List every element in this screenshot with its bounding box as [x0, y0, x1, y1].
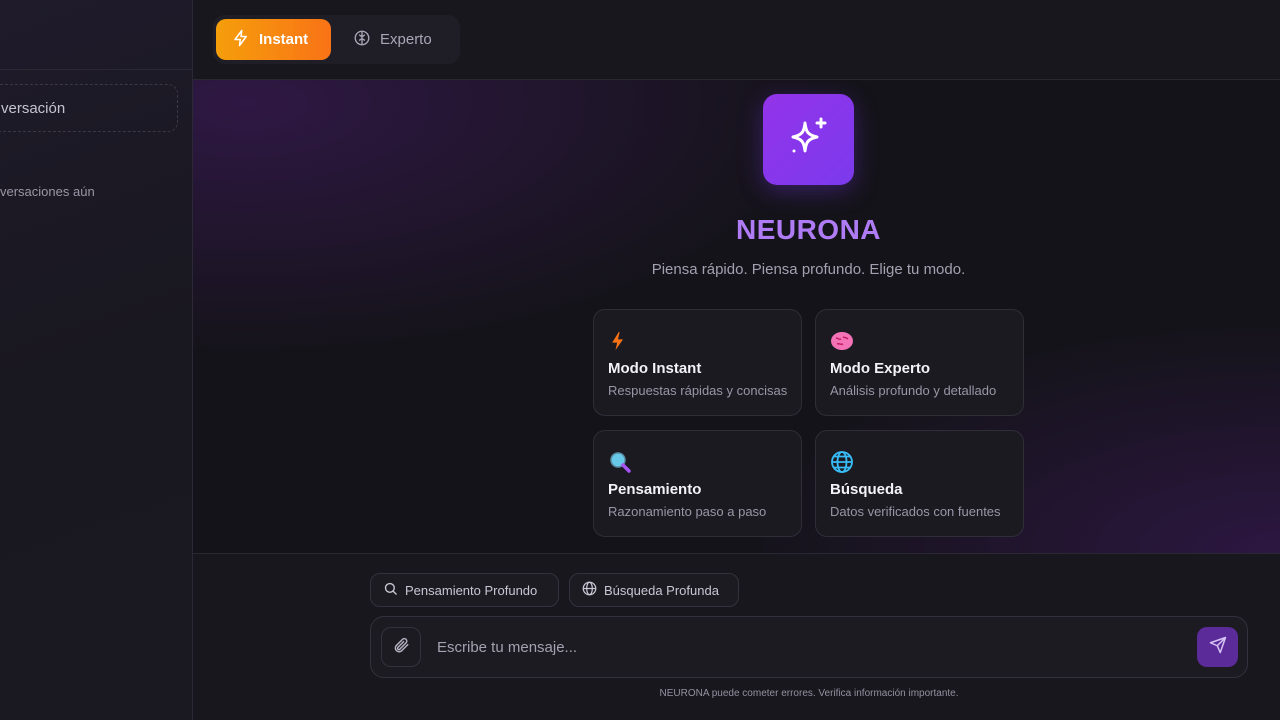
card-busqueda[interactable]: Búsqueda Datos verificados con fuentes — [815, 430, 1024, 537]
message-input[interactable] — [437, 631, 1177, 663]
deep-search-toggle[interactable]: Búsqueda Profunda — [569, 573, 739, 607]
attach-button[interactable] — [381, 627, 421, 667]
sidebar: versación versaciones aún — [0, 0, 193, 720]
mode-instant-button[interactable]: Instant — [216, 19, 331, 60]
card-modo-experto[interactable]: Modo Experto Análisis profundo y detalla… — [815, 309, 1024, 416]
card-subtitle: Razonamiento paso a paso — [608, 504, 767, 519]
tagline: Piensa rápido. Piensa profundo. Elige tu… — [651, 261, 966, 278]
send-icon — [1209, 636, 1227, 659]
card-title: Pensamiento — [608, 481, 702, 498]
card-modo-instant[interactable]: Modo Instant Respuestas rápidas y concis… — [593, 309, 802, 416]
empty-history-text: versaciones aún — [0, 184, 95, 199]
app-logo — [763, 94, 854, 185]
send-button[interactable] — [1197, 627, 1238, 667]
mode-switch: Instant Experto — [213, 15, 460, 64]
main-area: Instant Experto NEURONA Piensa rápido. P… — [193, 0, 1280, 720]
sidebar-header — [0, 0, 192, 70]
globe-emoji-icon — [830, 449, 1009, 475]
welcome-panel: NEURONA Piensa rápido. Piensa profundo. … — [193, 80, 1280, 553]
card-title: Modo Instant — [608, 360, 702, 377]
brain-emoji-icon — [830, 328, 1009, 354]
bolt-icon — [232, 29, 250, 51]
brain-icon — [353, 29, 371, 51]
card-subtitle: Respuestas rápidas y concisas — [608, 383, 788, 398]
new-conversation-label: versación — [1, 99, 66, 117]
top-bar: Instant Experto — [193, 0, 1280, 80]
paperclip-icon — [392, 636, 410, 659]
disclaimer-text: NEURONA puede cometer errores. Verifica … — [659, 688, 959, 699]
card-subtitle: Datos verificados con fuentes — [830, 504, 1001, 519]
mode-experto-button[interactable]: Experto — [337, 19, 455, 60]
mode-instant-label: Instant — [259, 31, 309, 48]
composer-area: Pensamiento Profundo Búsqueda Profunda N… — [193, 553, 1280, 720]
new-conversation-button[interactable]: versación — [0, 84, 178, 132]
card-pensamiento[interactable]: Pensamiento Razonamiento paso a paso — [593, 430, 802, 537]
deep-thinking-toggle[interactable]: Pensamiento Profundo — [370, 573, 559, 607]
card-title: Búsqueda — [830, 481, 903, 498]
sparkles-icon — [785, 113, 833, 166]
mode-experto-label: Experto — [380, 31, 432, 48]
card-title: Modo Experto — [830, 360, 930, 377]
card-subtitle: Análisis profundo y detallado — [830, 383, 997, 398]
message-composer — [370, 616, 1248, 678]
deep-thinking-label: Pensamiento Profundo — [405, 582, 538, 598]
magnifier-emoji-icon — [608, 449, 787, 475]
search-icon — [383, 581, 398, 599]
brand-title: NEURONA — [735, 214, 882, 245]
deep-search-label: Búsqueda Profunda — [604, 582, 719, 598]
bolt-emoji-icon — [608, 328, 787, 354]
globe-icon — [582, 581, 597, 599]
